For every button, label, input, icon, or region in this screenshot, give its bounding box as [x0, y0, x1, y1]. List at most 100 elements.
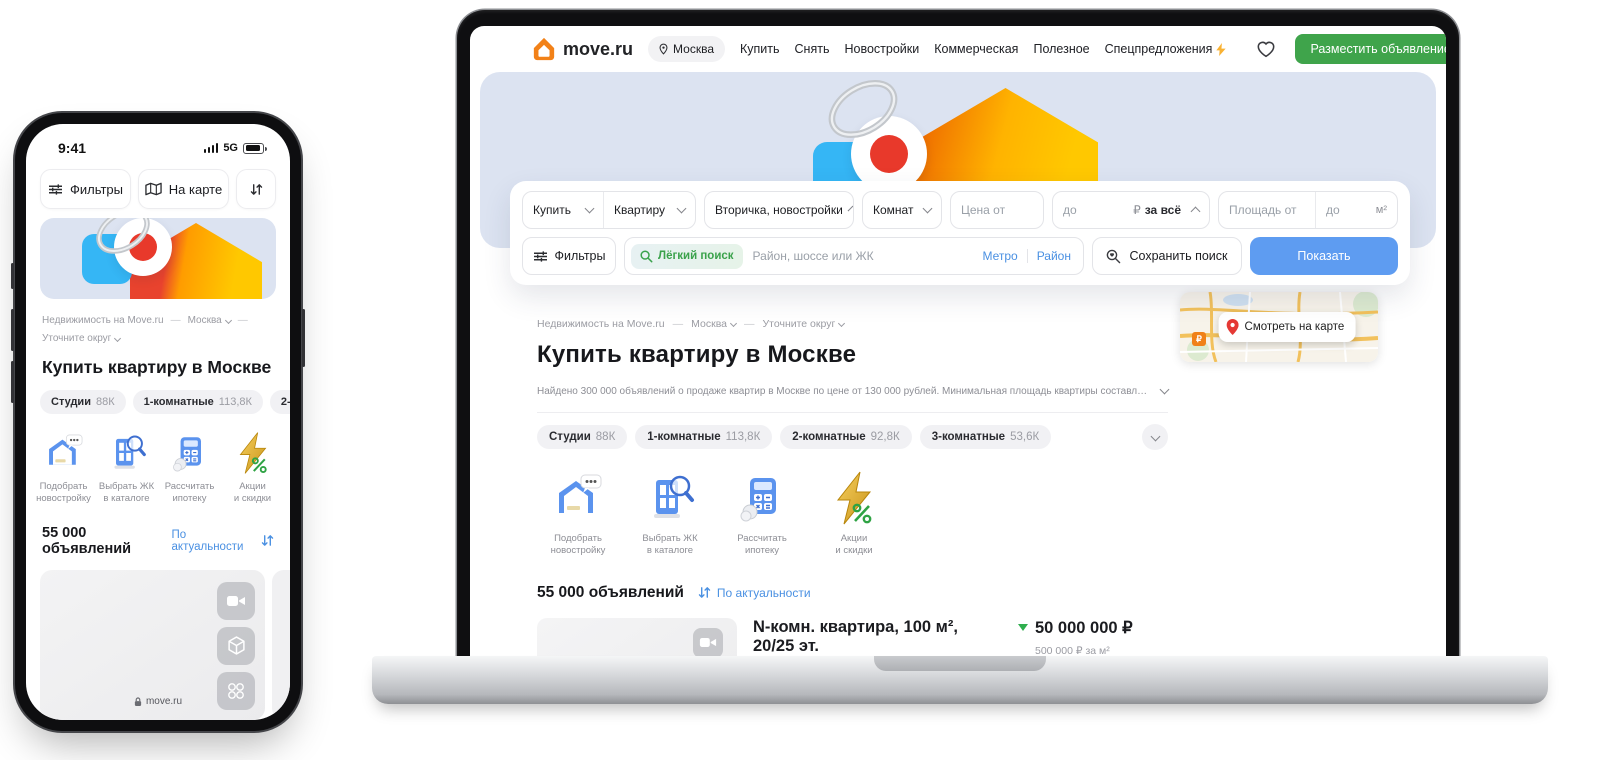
view-on-map-button[interactable]: Смотреть на карте: [1219, 312, 1356, 342]
phone-mute-button: [11, 263, 14, 289]
hero-banner: [40, 218, 276, 299]
listing-title[interactable]: N-комн. квартира, 100 м², 20/25 эт.: [753, 618, 1002, 656]
search-placeholder: Район, шоссе или ЖК: [753, 249, 874, 263]
market-select[interactable]: Вторичка, новостройки: [704, 191, 854, 229]
chip-studios[interactable]: Студии88К: [537, 425, 627, 449]
lightning-icon: [1216, 43, 1226, 56]
magnifier-heart-icon: [1106, 249, 1121, 264]
chip-1room[interactable]: 1-комнатные113,8К: [133, 390, 263, 414]
location-search-input[interactable]: Лёгкий поиск Район, шоссе или ЖК Метро Р…: [624, 237, 1084, 275]
rooms-select[interactable]: Комнат: [862, 191, 942, 229]
breadcrumb-city[interactable]: Москва: [691, 318, 736, 330]
quick-link-mortgage[interactable]: Рассчитатьипотеку: [158, 431, 221, 506]
breadcrumb-city[interactable]: Москва: [188, 312, 231, 330]
price-down-icon: [1018, 624, 1028, 631]
map-preview[interactable]: ₽ Смотреть на карте: [1180, 292, 1378, 362]
listing-card[interactable]: N-комн. квартира, 100 м², 20/25 эт. Наим…: [537, 618, 1168, 658]
results-count: 55 000 объявлений: [537, 584, 684, 602]
network-label: 5G: [223, 142, 238, 154]
nav-new-buildings[interactable]: Новостройки: [844, 42, 919, 56]
breadcrumb-home[interactable]: Недвижимость на Move.ru: [537, 318, 665, 330]
browser-url-bar[interactable]: move.ru: [26, 696, 290, 707]
desktop-site: move.ru Москва Купить Снять Новостройки …: [470, 26, 1446, 658]
quick-link-catalog[interactable]: Выбрать ЖКв каталоге: [95, 431, 158, 506]
quick-links: Подобратьновостройку Выбрать ЖКв каталог…: [537, 470, 1168, 558]
listing-price-block: 50 000 000 ₽ 500 000 ₽ за м²: [1018, 618, 1168, 658]
chip-3room[interactable]: 3-комнатные53,6К: [920, 425, 1051, 449]
city-selector[interactable]: Москва: [648, 36, 725, 62]
price-mode-select[interactable]: за всё: [1145, 203, 1181, 217]
chip-2room[interactable]: 2-комнатные92,8К: [780, 425, 911, 449]
phone-mockup: 9:41 5G Фильтры На карте: [15, 113, 301, 731]
brand-illustration: [40, 218, 276, 299]
area-to-input[interactable]: дом²: [1315, 192, 1397, 228]
quick-link-new-building[interactable]: Подобратьновостройку: [537, 470, 619, 558]
breadcrumb: Недвижимость на Move.ru — Москва — Уточн…: [537, 318, 1168, 330]
search-row-secondary: Фильтры Лёгкий поиск Район, шоссе или ЖК…: [522, 237, 1398, 275]
magnifier-icon: [640, 250, 653, 263]
metro-link[interactable]: Метро: [982, 249, 1017, 263]
phone-volume-up-button: [11, 309, 14, 351]
main-nav: Купить Снять Новостройки Коммерческая По…: [740, 42, 1226, 56]
price-to-input[interactable]: до ₽за всё: [1052, 191, 1210, 229]
calculator-icon: [168, 431, 212, 475]
house-chat-icon: [42, 431, 86, 475]
show-results-button[interactable]: Показать: [1250, 237, 1398, 275]
video-badge[interactable]: [693, 628, 723, 658]
video-badge[interactable]: [217, 582, 255, 620]
status-time: 9:41: [58, 140, 86, 156]
quick-link-promos[interactable]: Акциии скидки: [221, 431, 284, 506]
filters-button[interactable]: Фильтры: [522, 237, 616, 275]
quick-link-mortgage[interactable]: Рассчитатьипотеку: [721, 470, 803, 558]
nav-buy[interactable]: Купить: [740, 42, 780, 56]
logo[interactable]: move.ru: [532, 37, 633, 61]
keyring-icon: [88, 218, 158, 258]
description-expand-button[interactable]: [1161, 382, 1168, 400]
phone-power-button: [302, 309, 305, 367]
deal-select[interactable]: Купить: [523, 192, 603, 228]
area-from-input[interactable]: Площадь от: [1219, 192, 1315, 228]
favorites-heart-icon[interactable]: [1256, 40, 1276, 58]
logo-house-icon: [532, 37, 556, 61]
results-count: 55 000 объявлений: [42, 525, 172, 557]
main-content: Недвижимость на Move.ru — Москва — Уточн…: [470, 292, 1446, 658]
breadcrumb-district[interactable]: Уточните округ: [763, 318, 845, 330]
lock-icon: [134, 697, 142, 707]
quick-link-promos[interactable]: Акциии скидки: [813, 470, 895, 558]
price-from-input[interactable]: Цена от: [950, 191, 1044, 229]
filters-button[interactable]: Фильтры: [40, 169, 131, 209]
quick-link-new-building[interactable]: Подобратьновостройку: [32, 431, 95, 506]
seo-description-row: Найдено 300 000 объявлений о продаже ква…: [537, 382, 1168, 400]
property-type-select[interactable]: Квартиру: [603, 192, 695, 228]
cube-3d-badge[interactable]: [217, 627, 255, 665]
quick-links: Подобратьновостройку Выбрать ЖКв каталог…: [26, 414, 290, 506]
sort-arrows-icon: [261, 534, 274, 547]
chip-2room[interactable]: 2-комнатные92,8К: [270, 390, 290, 414]
sort-button[interactable]: [236, 169, 276, 209]
chips-expand-button[interactable]: [1142, 424, 1168, 450]
post-ad-button[interactable]: Разместить объявление: [1295, 34, 1446, 64]
district-link[interactable]: Район: [1037, 249, 1071, 263]
breadcrumb-home[interactable]: Недвижимость на Move.ru: [42, 312, 164, 330]
calculator-icon: [734, 470, 790, 526]
sort-arrows-icon: [698, 586, 711, 599]
sort-link[interactable]: По актуальности: [172, 529, 274, 553]
listing-price-per-m2: 500 000 ₽ за м²: [1018, 645, 1168, 657]
save-search-button[interactable]: Сохранить поиск: [1092, 237, 1242, 275]
lightning-percent-icon: [231, 431, 275, 475]
breadcrumb-district[interactable]: Уточните округ: [42, 330, 120, 348]
area-group: Площадь от дом²: [1218, 191, 1398, 229]
site-header: move.ru Москва Купить Снять Новостройки …: [470, 26, 1446, 72]
easy-search-badge[interactable]: Лёгкий поиск: [631, 244, 743, 269]
location-pin-icon: [659, 43, 668, 55]
nav-special-offers[interactable]: Спецпредложения: [1105, 42, 1213, 56]
sort-link[interactable]: По актуальности: [698, 586, 811, 600]
quick-link-catalog[interactable]: Выбрать ЖКв каталоге: [629, 470, 711, 558]
on-map-button[interactable]: На карте: [138, 169, 229, 209]
nav-useful[interactable]: Полезное: [1033, 42, 1089, 56]
chip-1room[interactable]: 1-комнатные113,8К: [635, 425, 772, 449]
chip-studios[interactable]: Студии88К: [40, 390, 126, 414]
listing-photo-placeholder[interactable]: [537, 618, 737, 658]
nav-rent[interactable]: Снять: [795, 42, 830, 56]
nav-commercial[interactable]: Коммерческая: [934, 42, 1018, 56]
